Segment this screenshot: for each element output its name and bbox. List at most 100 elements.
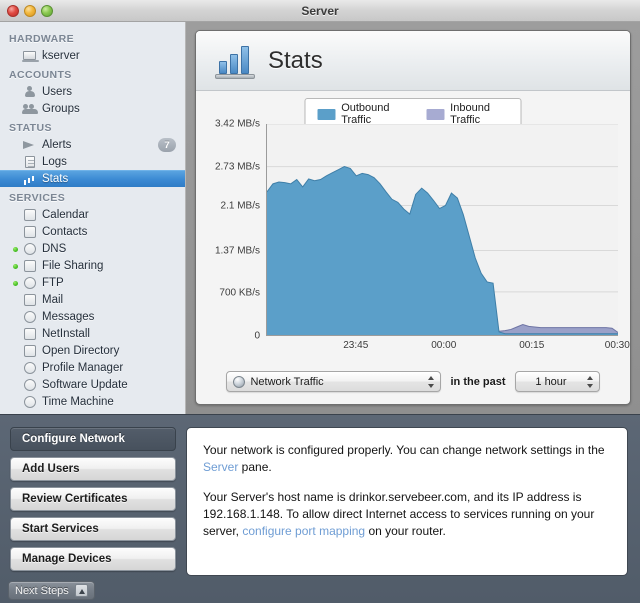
metric-select[interactable]: Network Traffic (226, 371, 442, 392)
sidebar-item-contacts[interactable]: Contacts (0, 223, 185, 240)
sidebar-item-time-machine[interactable]: Time Machine (0, 393, 185, 410)
minimize-button[interactable] (24, 5, 36, 17)
step-button-label: Add Users (22, 463, 80, 475)
sidebar-item-logs[interactable]: Logs (0, 153, 185, 170)
sidebar-item-label: Software Update (42, 378, 128, 391)
chart-x-axis: 23:45 00:00 00:15 00:30 (266, 336, 630, 358)
step-button-start-services[interactable]: Start Services (10, 517, 176, 541)
close-button[interactable] (7, 5, 19, 17)
service-running-indicator (13, 247, 18, 252)
sidebar-group-services: SERVICES (9, 192, 66, 204)
sidebar-item-calendar[interactable]: Calendar (0, 206, 185, 223)
chart-y-axis: 3.42 MB/s 2.73 MB/s 2.1 MB/s 1.37 MB/s 700 K… (208, 119, 266, 358)
sidebar-item-label: Time Machine (42, 395, 114, 408)
sidebar-item-profile-manager[interactable]: Profile Manager (0, 359, 185, 376)
sidebar-item-kserver[interactable]: kserver (0, 47, 185, 64)
legend-label: Outbound Traffic (341, 102, 390, 126)
sidebar-item-label: Alerts (42, 138, 72, 151)
profile-manager-icon (22, 361, 37, 375)
sidebar-item-open-directory[interactable]: Open Directory (0, 342, 185, 359)
sidebar-item-mail[interactable]: Mail (0, 291, 185, 308)
x-axis-tick-label: 00:15 (519, 340, 545, 351)
y-axis-tick-label: 3.42 MB/s (214, 118, 260, 130)
x-axis-tick-label: 00:30 (604, 340, 630, 351)
legend-label: Inbound Traffic (450, 102, 490, 126)
step-button-manage-devices[interactable]: Manage Devices (10, 547, 176, 571)
stats-panel: Stats Outbound Traffic Inbound Traffic 3.… (195, 30, 631, 405)
chart-plot-area (266, 124, 618, 336)
info-paragraph-1: Your network is configured properly. You… (203, 442, 611, 476)
y-axis-tick-label: 0 (254, 330, 260, 342)
server-pane-link[interactable]: Server (203, 460, 238, 474)
step-button-label: Manage Devices (22, 553, 112, 565)
sidebar-item-groups[interactable]: Groups (0, 100, 185, 117)
chart-svg (267, 124, 618, 335)
sidebar[interactable]: HARDWARE kserver ACCOUNTS Users Groups STATUS… (0, 22, 186, 414)
sidebar-item-netinstall[interactable]: NetInstall (0, 325, 185, 342)
window-titlebar: Server (0, 0, 640, 22)
alerts-count-badge: 7 (158, 138, 176, 152)
time-range-select[interactable]: 1 hour (514, 371, 600, 392)
sidebar-item-label: Groups (42, 102, 80, 115)
x-axis-tick-label: 00:00 (431, 340, 457, 351)
sidebar-item-label: DNS (42, 242, 67, 255)
next-steps-list[interactable]: Configure Network Add Users Review Certifi… (10, 427, 176, 603)
legend-swatch (317, 108, 336, 120)
sidebar-item-label: Stats (42, 173, 69, 185)
step-button-review-certificates[interactable]: Review Certificates (10, 487, 176, 511)
sidebar-item-alerts[interactable]: Alerts 7 (0, 136, 185, 153)
sidebar-item-label: Contacts (42, 225, 88, 238)
messages-icon (22, 310, 37, 324)
step-button-label: Review Certificates (22, 493, 128, 505)
file-sharing-icon (22, 259, 37, 273)
network-traffic-chart: 3.42 MB/s 2.73 MB/s 2.1 MB/s 1.37 MB/s 700 K… (208, 119, 630, 358)
ftp-icon (22, 276, 37, 290)
sidebar-item-label: Calendar (42, 208, 89, 221)
network-orb-icon (233, 375, 246, 388)
next-steps-drawer: Configure Network Add Users Review Certifi… (0, 414, 640, 603)
calendar-icon (22, 208, 37, 222)
sidebar-item-dns[interactable]: DNS (0, 240, 185, 257)
y-axis-tick-label: 700 KB/s (219, 287, 260, 299)
sidebar-item-label: FTP (42, 276, 64, 289)
configure-port-mapping-link[interactable]: configure port mapping (242, 524, 365, 538)
x-axis-tick-label: 23:45 (343, 340, 369, 351)
contacts-icon (22, 225, 37, 239)
y-axis-tick-label: 2.1 MB/s (220, 200, 260, 212)
window-title: Server (301, 3, 339, 18)
chart-controls: Network Traffic in the past 1 hour (196, 371, 630, 392)
software-update-icon (22, 378, 37, 392)
step-button-label: Configure Network (22, 433, 125, 445)
bar-chart-icon (22, 172, 37, 186)
sidebar-item-ftp[interactable]: FTP (0, 274, 185, 291)
statusbar: Next Steps (0, 578, 640, 603)
sidebar-item-label: Users (42, 85, 73, 98)
open-directory-icon (22, 344, 37, 358)
info-paragraph-2: Your Server's host name is drinkor.serve… (203, 489, 611, 540)
legend-item: Inbound Traffic (426, 102, 508, 126)
main-split: HARDWARE kserver ACCOUNTS Users Groups STATUS… (0, 22, 640, 414)
content-pane: Stats Outbound Traffic Inbound Traffic 3.… (186, 22, 640, 414)
sidebar-item-label: Mail (42, 293, 64, 306)
next-steps-button[interactable]: Next Steps (8, 581, 95, 600)
mail-icon (22, 293, 37, 307)
sidebar-item-software-update[interactable]: Software Update (0, 376, 185, 393)
zoom-button[interactable] (41, 5, 53, 17)
info-p1-after: pane. (238, 460, 272, 475)
sidebar-item-label: File Sharing (42, 259, 104, 272)
sidebar-item-label: Messages (42, 310, 95, 323)
step-button-add-users[interactable]: Add Users (10, 457, 176, 481)
service-running-indicator (13, 264, 18, 269)
page-title: Stats (268, 46, 323, 74)
info-panel: Your network is configured properly. You… (186, 427, 628, 576)
sidebar-item-file-sharing[interactable]: File Sharing (0, 257, 185, 274)
step-button-configure-network[interactable]: Configure Network (10, 427, 176, 451)
megaphone-icon (22, 138, 37, 152)
sidebar-item-label: Profile Manager (42, 361, 124, 374)
y-axis-tick-label: 1.37 MB/s (214, 245, 260, 257)
sidebar-item-stats[interactable]: Stats (0, 170, 185, 187)
sidebar-item-label: NetInstall (42, 327, 90, 340)
legend-swatch (426, 108, 445, 120)
sidebar-item-messages[interactable]: Messages (0, 308, 185, 325)
sidebar-item-users[interactable]: Users (0, 83, 185, 100)
